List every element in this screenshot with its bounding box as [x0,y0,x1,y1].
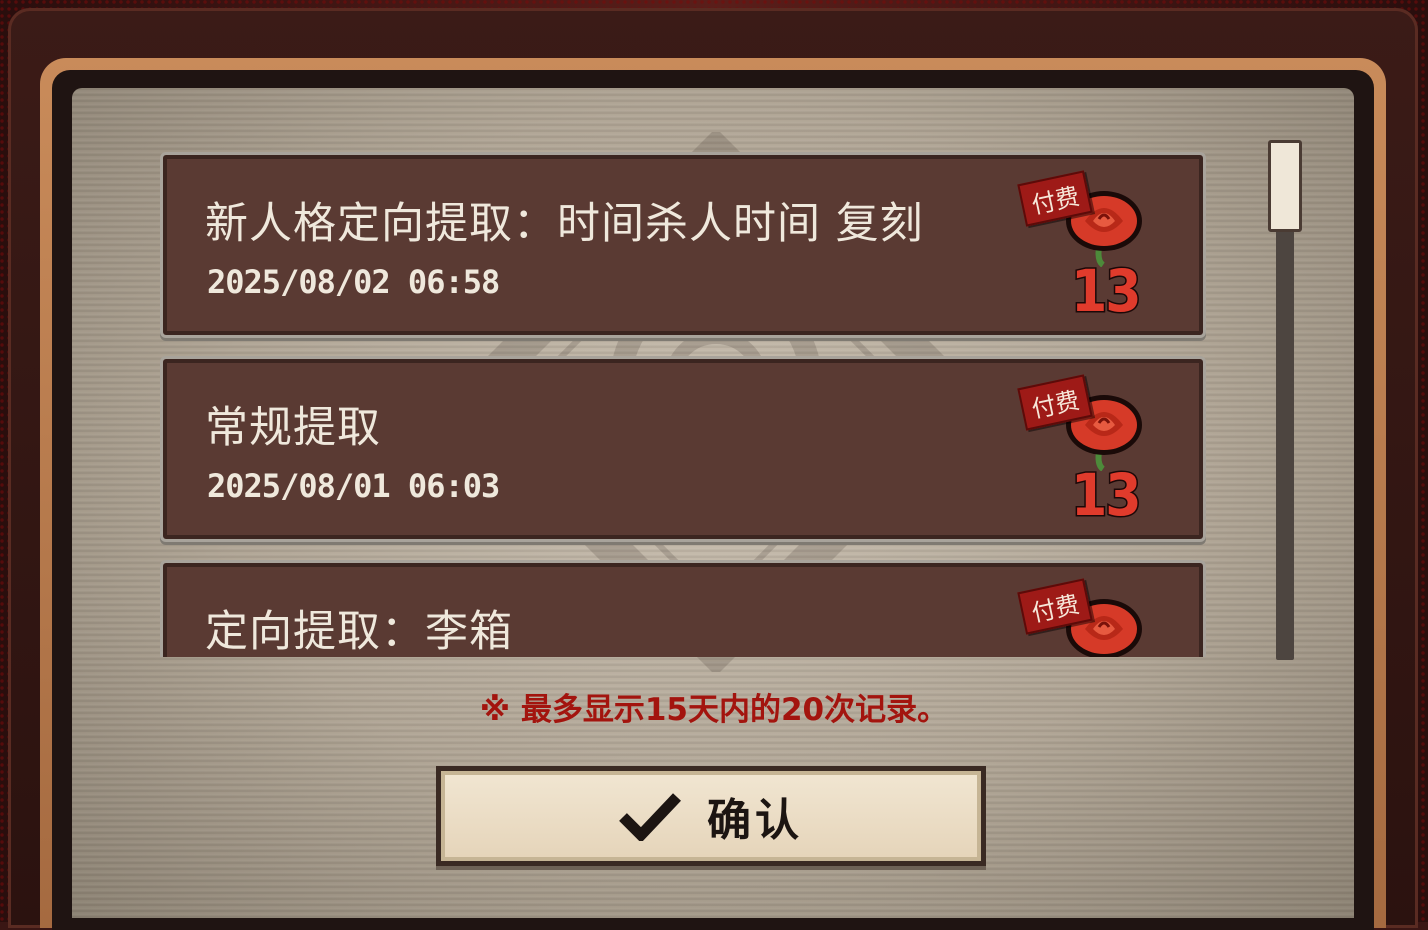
record-time: 2025/08/02 06:58 [207,263,500,301]
record-title: 新人格定向提取：时间杀人时间 复刻 [205,199,924,249]
record-title: 常规提取 [205,403,381,453]
record-limit-notice: ※ 最多显示15天内的20次记录。 [479,692,949,728]
confirm-button[interactable]: 确认 [436,766,986,866]
cost-value: 13 [1070,256,1144,327]
record-item: 常规提取 2025/08/01 06:03 付费 13 [160,356,1206,542]
record-cost: 付费 13 [1017,371,1151,531]
record-item: 新人格定向提取：时间杀人时间 复刻 2025/08/02 06:58 付费 13 [160,152,1206,338]
check-icon [619,793,681,841]
record-cost: 付费 13 [1017,167,1151,327]
scrollbar-thumb[interactable] [1268,140,1302,232]
record-item: 定向提取：李箱 付费 [160,560,1206,657]
record-cost: 付费 [1017,575,1151,657]
record-list[interactable]: 新人格定向提取：时间杀人时间 复刻 2025/08/02 06:58 付费 13… [160,152,1208,657]
record-time: 2025/08/01 06:03 [207,467,500,505]
cost-value: 13 [1070,460,1144,531]
record-title: 定向提取：李箱 [205,607,513,657]
confirm-label: 确认 [707,795,803,846]
